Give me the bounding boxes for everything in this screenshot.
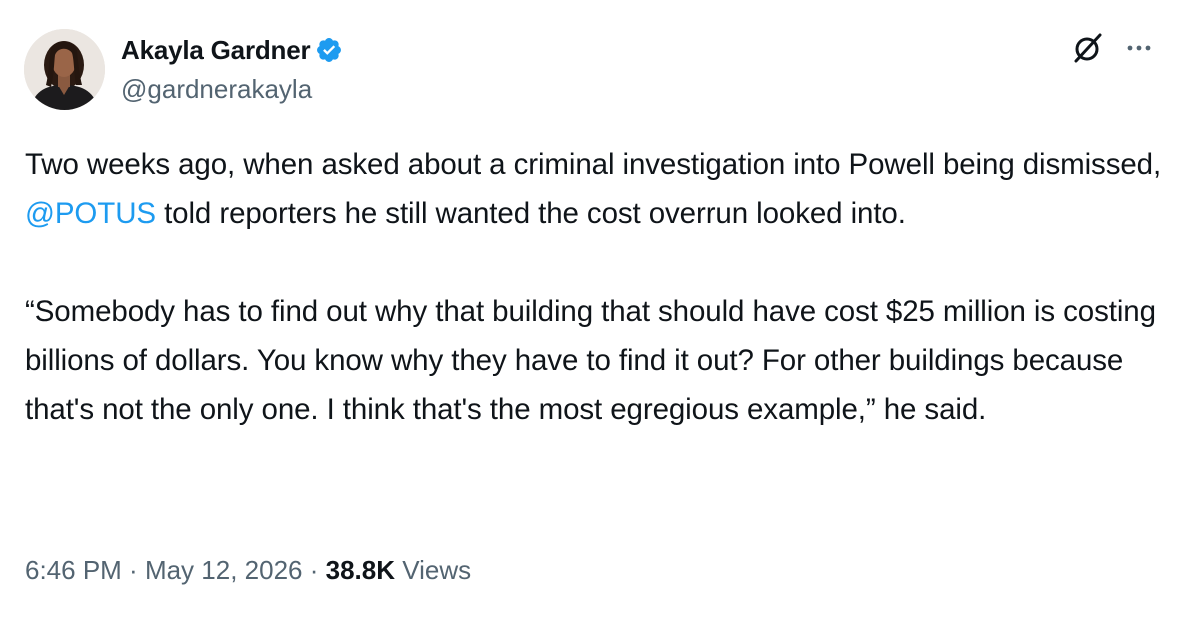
avatar[interactable] <box>24 29 105 110</box>
tweet-text: Two weeks ago, when asked about a crimin… <box>25 140 1165 434</box>
separator-dot: · <box>302 555 326 585</box>
timestamp-time[interactable]: 6:46 PM <box>25 555 122 585</box>
avatar-image <box>24 29 105 110</box>
mention-link[interactable]: @POTUS <box>25 197 156 230</box>
more-icon[interactable] <box>1124 33 1154 63</box>
grok-icon[interactable] <box>1070 30 1106 66</box>
verified-badge-icon[interactable] <box>315 36 343 64</box>
tweet-text-segment: told reporters he still wanted the cost … <box>155 197 906 230</box>
separator-dot: · <box>121 555 145 585</box>
tweet-meta: 6:46 PM · May 12, 2026 · 38.8K Views <box>25 555 471 586</box>
timestamp-date[interactable]: May 12, 2026 <box>145 555 303 585</box>
author-handle[interactable]: @gardnerakayla <box>121 74 312 105</box>
tweet-paragraph-quote: “Somebody has to find out why that build… <box>25 295 1156 426</box>
author-name-row: Akayla Gardner <box>121 33 343 67</box>
views-label: Views <box>395 555 472 585</box>
tweet-paragraph: Two weeks ago, when asked about a crimin… <box>25 140 1165 238</box>
tweet-text-segment: Two weeks ago, when asked about a crimin… <box>25 148 1162 181</box>
views-count: 38.8K <box>325 555 395 585</box>
tweet-actions-top <box>1070 30 1154 66</box>
tweet: Akayla Gardner @gardnerakayla Two weeks … <box>0 0 1178 622</box>
author-display-name[interactable]: Akayla Gardner <box>121 35 311 66</box>
